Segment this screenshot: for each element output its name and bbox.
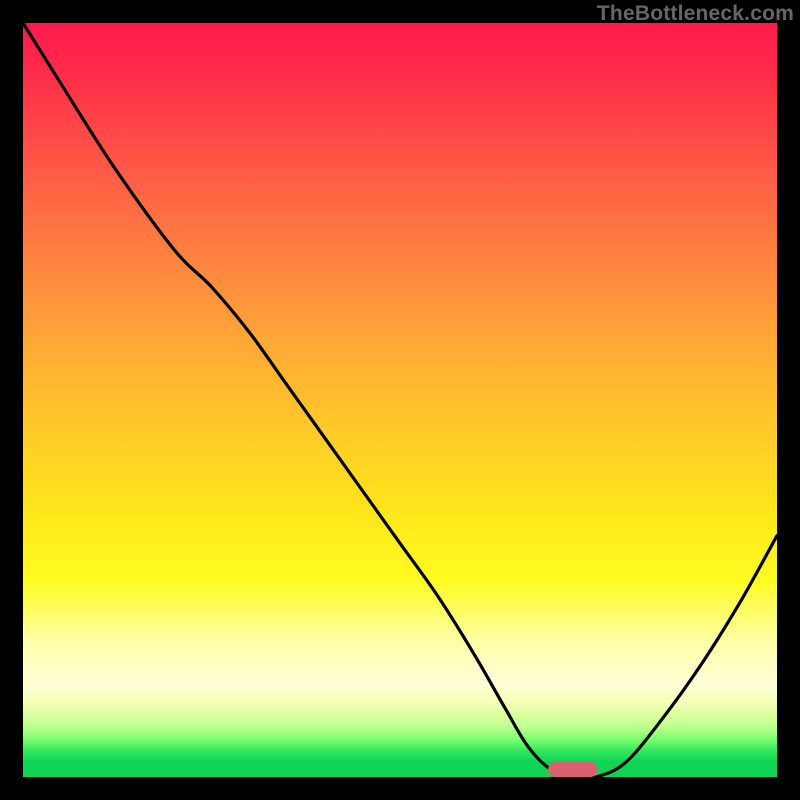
bottleneck-curve (23, 23, 777, 777)
optimum-marker (548, 762, 598, 777)
chart-frame: TheBottleneck.com (0, 0, 800, 800)
